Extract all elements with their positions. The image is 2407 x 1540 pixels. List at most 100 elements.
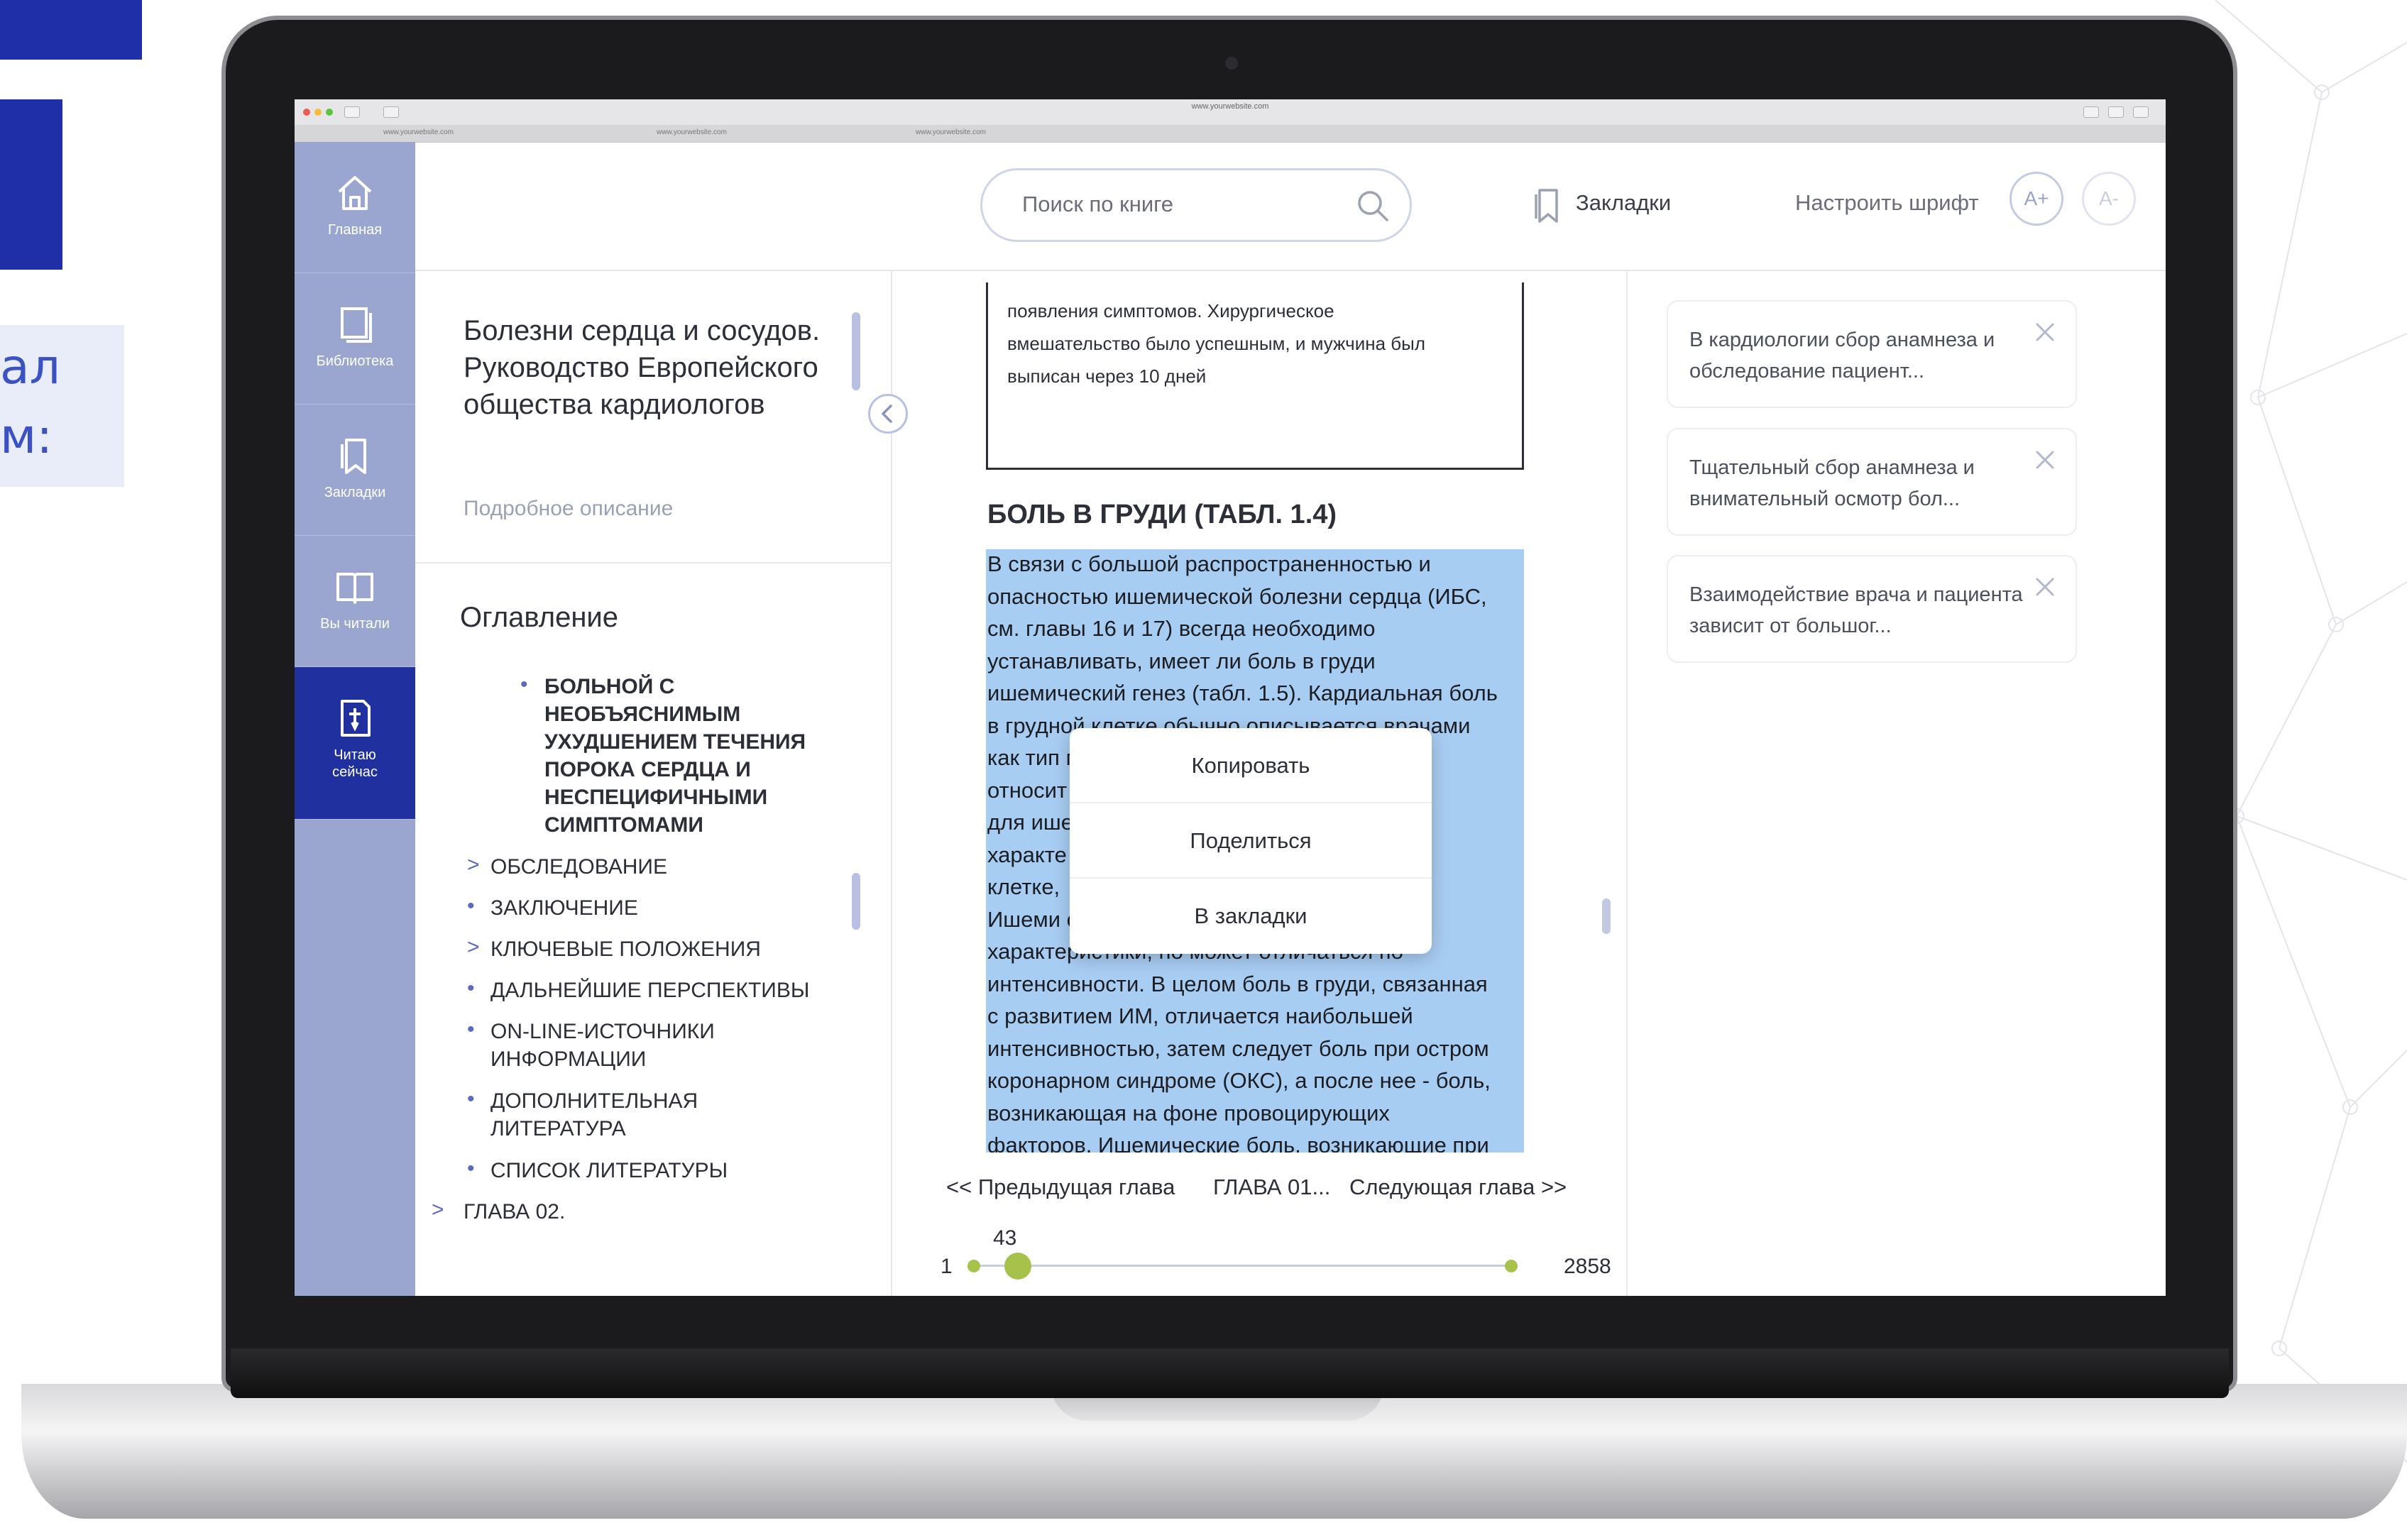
- text-line: появления симптомов. Хирургическое: [1007, 300, 1334, 321]
- sidebar-item-library[interactable]: Библиотека: [295, 273, 415, 405]
- browser-toolbar: www.yourwebsite.com www.yourwebsite.com …: [295, 99, 2166, 143]
- current-page-number: 43: [993, 1226, 1017, 1250]
- font-decrease-button[interactable]: A-: [2082, 172, 2136, 226]
- bookmark-card[interactable]: Взаимодействие врача и пациента зависит …: [1667, 555, 2077, 663]
- text-line: интенсивности. В целом боль в груди, свя…: [987, 971, 1488, 996]
- tabs-button[interactable]: [2108, 106, 2124, 118]
- text-line: интенсивностью, затем следует боль при о…: [987, 1035, 1489, 1061]
- toc-item[interactable]: Обследование: [490, 853, 831, 881]
- share-button[interactable]: [2083, 106, 2099, 118]
- text-line: с развитием ИМ, отличается наибольшей: [987, 1003, 1413, 1028]
- chevron-right-icon[interactable]: >: [467, 935, 480, 959]
- book-title: Болезни сердца и сосудов. Руководство Ев…: [464, 315, 821, 420]
- toc-bullet-icon: •: [520, 673, 528, 696]
- toc-item[interactable]: Дополнительная литература: [490, 1087, 774, 1143]
- text-line: устанавливать, имеет ли боль в груди: [987, 648, 1376, 673]
- open-book-icon: [336, 573, 373, 604]
- text-line: опасностью ишемической болезни сердца (И…: [987, 583, 1487, 609]
- scrollbar-thumb[interactable]: [1602, 898, 1611, 934]
- page-slider-end: [1505, 1260, 1518, 1272]
- toc-title: Оглавление: [460, 602, 619, 633]
- sidebar-item-history[interactable]: Вы читали: [295, 536, 415, 667]
- last-page-number: 2858: [1564, 1255, 1611, 1278]
- toc-bullet-icon: •: [467, 894, 475, 918]
- close-icon[interactable]: [2034, 449, 2056, 471]
- text-line: возникающая на фоне провоцирующих: [987, 1100, 1390, 1126]
- background-text-line: м:: [0, 409, 53, 465]
- sidebar-item-home[interactable]: Главная: [295, 142, 415, 273]
- home-icon: [338, 176, 372, 210]
- scrollbar-thumb[interactable]: [852, 312, 860, 390]
- sidebar-item-label: Читаю сейчас: [332, 747, 378, 780]
- current-chapter-label: ГЛАВА 01...: [1213, 1175, 1331, 1199]
- library-icon: [341, 307, 372, 343]
- text-line: выписан через 10 дней: [1007, 365, 1207, 387]
- toc-item[interactable]: Больной с необъяснимым ухудшением течени…: [544, 673, 843, 839]
- toc-item[interactable]: Глава 02.: [464, 1198, 804, 1226]
- close-icon[interactable]: [2034, 576, 2056, 598]
- copy-menu-item[interactable]: Копировать: [1070, 728, 1432, 803]
- page-slider-handle[interactable]: [1004, 1253, 1031, 1280]
- sidebar-nav: Главная Библиотека Закладки Вы читали Чи…: [295, 142, 415, 1296]
- chevron-right-icon[interactable]: >: [432, 1198, 444, 1222]
- camera-icon: [1225, 57, 1238, 70]
- text-line: коронарном синдроме (ОКС), а после нее -…: [987, 1068, 1491, 1093]
- toc-item[interactable]: On-line-источники информации: [490, 1018, 774, 1073]
- add-bookmark-menu-item[interactable]: В закладки: [1070, 879, 1432, 954]
- section-heading: БОЛЬ В ГРУДИ (ТАБЛ. 1.4): [987, 500, 1337, 529]
- bookmark-icon: [341, 439, 366, 474]
- background-accent-block: [0, 99, 62, 270]
- next-chapter-link[interactable]: Следующая глава >>: [1349, 1175, 1567, 1200]
- prev-chapter-link[interactable]: << Предыдущая глава: [946, 1175, 1175, 1200]
- address-bar[interactable]: www.yourwebsite.com: [295, 102, 2166, 111]
- browser-tab-bar: www.yourwebsite.com www.yourwebsite.com …: [295, 125, 2166, 142]
- browser-tab[interactable]: www.yourwebsite.com: [916, 128, 986, 136]
- text-line: В связи с большой распространенностью и: [987, 551, 1431, 576]
- font-increase-button[interactable]: A+: [2010, 172, 2063, 226]
- background-accent-bar: [0, 0, 142, 60]
- laptop-screen: www.yourwebsite.com www.yourwebsite.com …: [295, 99, 2166, 1296]
- text-line: см. главы 16 и 17) всегда необходимо: [987, 616, 1376, 641]
- sidebar-item-label: Библиотека: [316, 353, 394, 369]
- text-line: ишемический генез (табл. 1.5). Кардиальн…: [987, 681, 1498, 705]
- bookmarks-button[interactable]: Закладки: [1576, 190, 1671, 216]
- book-search[interactable]: Поиск по книге: [980, 168, 1412, 242]
- first-page-number: 1: [941, 1255, 953, 1278]
- sidebar-item-bookmarks[interactable]: Закладки: [295, 405, 415, 536]
- share-menu-item[interactable]: Поделиться: [1070, 803, 1432, 879]
- reading-now-icon: [341, 700, 371, 737]
- sidebar-item-label: Закладки: [324, 485, 386, 500]
- sidebar-item-reading-now[interactable]: Читаю сейчас: [295, 667, 415, 820]
- sidebar-item-label: Главная: [327, 222, 383, 238]
- search-icon[interactable]: [1354, 187, 1391, 224]
- toc-bullet-icon: •: [467, 1157, 475, 1180]
- scrollbar-thumb[interactable]: [852, 873, 860, 930]
- bookmark-text: Тщательный сбор анамнеза и внимательный …: [1689, 456, 1975, 510]
- selection-context-menu: Копировать Поделиться В закладки: [1070, 728, 1432, 954]
- browser-tab[interactable]: www.yourwebsite.com: [383, 128, 454, 136]
- collapse-panel-button[interactable]: [868, 394, 908, 434]
- search-input[interactable]: Поиск по книге: [1022, 192, 1173, 217]
- font-settings-label: Настроить шрифт: [1795, 190, 1979, 215]
- close-icon[interactable]: [2034, 321, 2056, 343]
- bookmark-card[interactable]: В кардиологии сбор анамнеза и обследован…: [1667, 300, 2077, 408]
- bookmark-card[interactable]: Тщательный сбор анамнеза и внимательный …: [1667, 428, 2077, 536]
- toc-item[interactable]: Ключевые положения: [490, 935, 831, 963]
- settings-button[interactable]: [2133, 106, 2149, 118]
- chevron-right-icon[interactable]: >: [467, 853, 480, 877]
- bookmark-text: Взаимодействие врача и пациента зависит …: [1689, 583, 2023, 637]
- bookmark-icon[interactable]: [1533, 187, 1561, 224]
- bookmark-text: В кардиологии сбор анамнеза и обследован…: [1689, 329, 1995, 383]
- toc-item[interactable]: Список литературы: [490, 1157, 831, 1184]
- chevron-left-icon: [882, 405, 892, 423]
- page-slider-start: [967, 1260, 980, 1272]
- background-text-line: ал: [0, 339, 61, 395]
- toc-item[interactable]: Заключение: [490, 894, 831, 922]
- browser-tab[interactable]: www.yourwebsite.com: [657, 128, 727, 136]
- toc-item[interactable]: Дальнейшие перспективы: [490, 977, 860, 1004]
- case-quote-text: появления симптомов. Хирургическое вмеша…: [1007, 295, 1511, 392]
- page-slider-track[interactable]: [972, 1265, 1512, 1267]
- laptop-hinge: [231, 1348, 2229, 1398]
- book-description-link[interactable]: Подробное описание: [464, 497, 673, 521]
- toc-bullet-icon: •: [467, 977, 475, 1000]
